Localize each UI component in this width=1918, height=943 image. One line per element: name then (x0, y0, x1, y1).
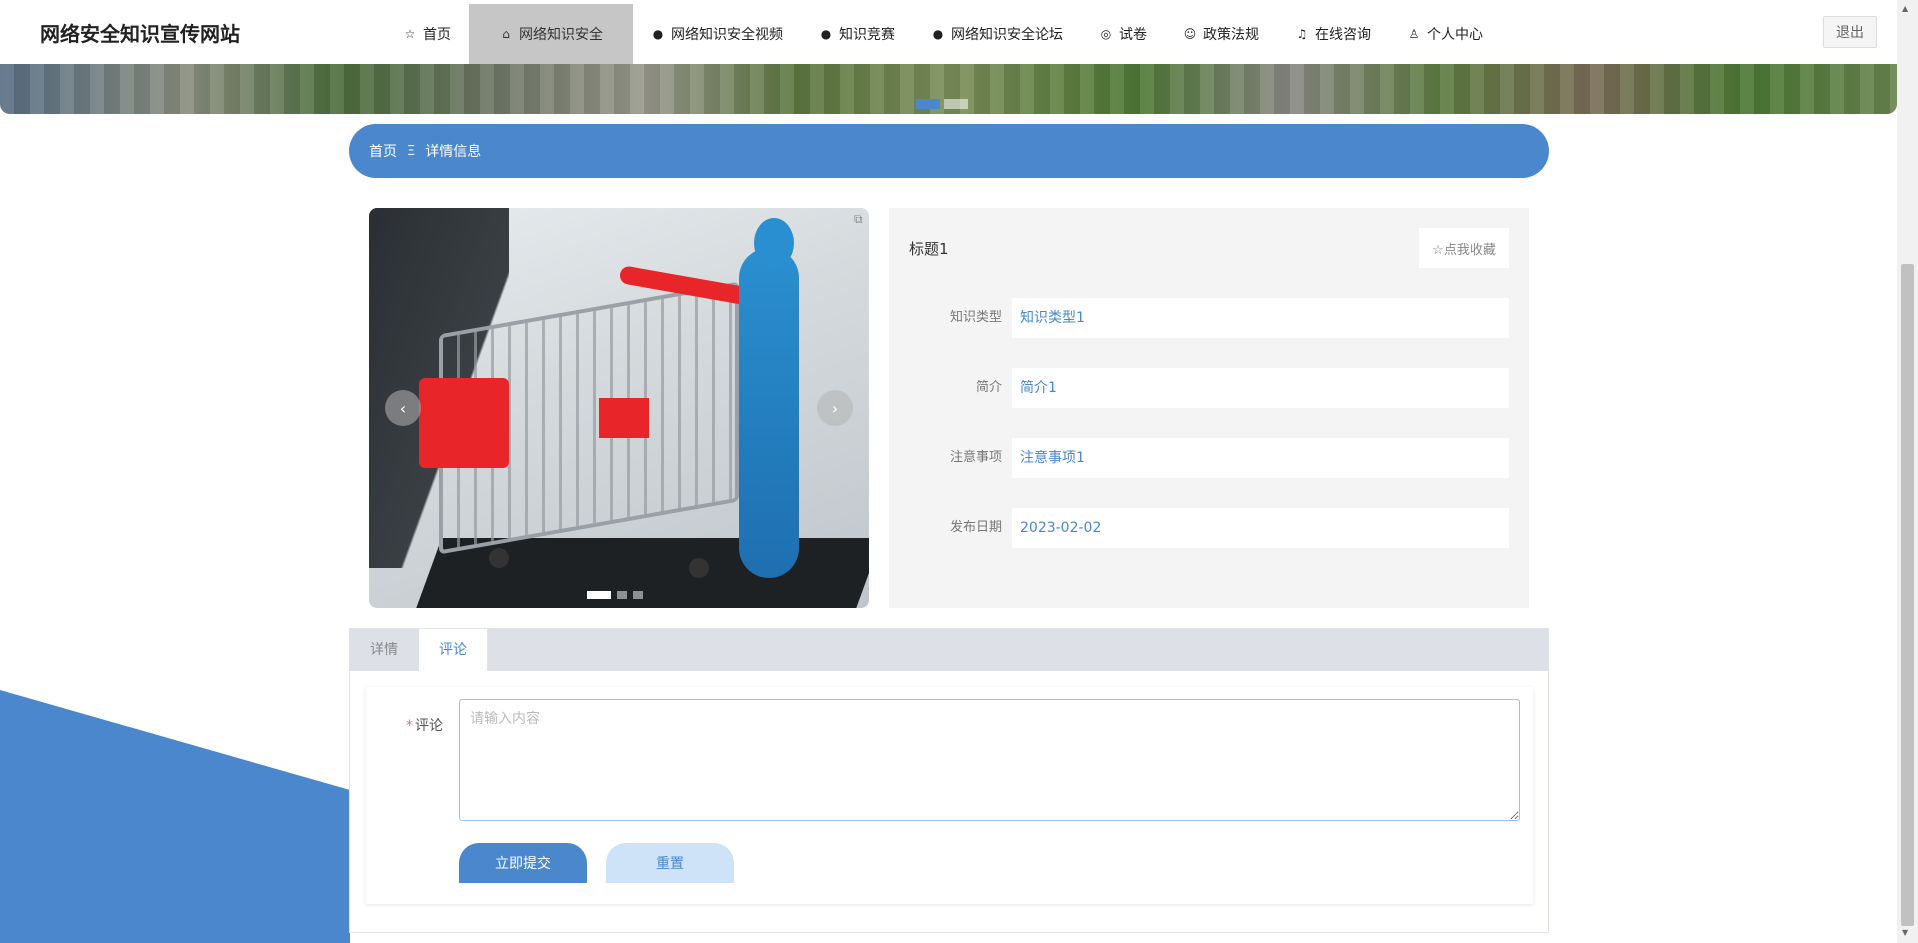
hero-carousel-indicators (916, 99, 968, 109)
carousel-image-figure-head (754, 218, 794, 268)
detail-title: 标题1 (909, 240, 949, 258)
carousel-image-figure (739, 248, 799, 578)
reset-button[interactable]: 重置 (606, 843, 734, 883)
breadcrumb-home[interactable]: 首页 (369, 141, 397, 161)
nav-item-label: 网络知识安全视频 (671, 27, 783, 43)
nav-item-label: 知识竞赛 (839, 27, 895, 43)
carousel-dot[interactable] (617, 591, 627, 599)
image-expand-icon[interactable]: ⧉ (854, 212, 863, 227)
info-value: 2023-02-02 (1012, 508, 1509, 548)
carousel-dot[interactable] (633, 591, 643, 599)
info-row-date: 发布日期 2023-02-02 (889, 508, 1529, 548)
info-label: 知识类型 (949, 310, 1002, 325)
user-icon: ♙ (1408, 27, 1420, 41)
nav-item-label: 网络知识安全论坛 (951, 27, 1063, 43)
nav-item-label: 网络知识安全 (519, 27, 603, 43)
nav-menu: ☆ 首页 ⌂ 网络知识安全 ● 网络知识安全视频 ● 知识竞赛 ● 网络知识安全… (385, 4, 1501, 64)
carousel-image-wheel (489, 548, 509, 568)
help-icon: ◎ (1100, 27, 1112, 41)
scroll-up-icon[interactable]: ▲ (1902, 4, 1908, 13)
nav-item-forum[interactable]: ● 网络知识安全论坛 (913, 4, 1081, 64)
star-icon: ☆ (404, 27, 416, 41)
breadcrumb-separator-icon: Ξ (407, 143, 416, 159)
site-title: 网络安全知识宣传网站 (40, 22, 240, 46)
breadcrumb-current: 详情信息 (425, 144, 482, 160)
submit-button[interactable]: 立即提交 (459, 843, 587, 883)
nav-item-home[interactable]: ☆ 首页 (385, 4, 469, 64)
nav-item-policy[interactable]: ☺ 政策法规 (1165, 4, 1277, 64)
scroll-down-icon[interactable]: ▼ (1902, 928, 1908, 937)
favorite-button[interactable]: ☆点我收藏 (1419, 228, 1509, 268)
comment-field-label: * 评论 (406, 715, 443, 735)
info-label: 发布日期 (949, 520, 1002, 535)
nav-item-video[interactable]: ● 网络知识安全视频 (633, 4, 801, 64)
breadcrumb: 首页 Ξ 详情信息 (349, 124, 1549, 178)
top-navigation: 网络安全知识宣传网站 ☆ 首页 ⌂ 网络知识安全 ● 网络知识安全视频 ● 知识… (0, 0, 1897, 64)
detail-tabs: 详情 评论 *评论 立即提交 重置 (349, 628, 1549, 933)
info-value: 知识类型1 (1012, 298, 1509, 338)
comment-label-text: 评论 (415, 718, 443, 734)
info-label: 简介 (975, 380, 1002, 395)
smile-icon: ☺ (1183, 27, 1197, 41)
tab-details[interactable]: 详情 (350, 629, 418, 671)
decorative-triangle (0, 690, 350, 790)
scrollbar-thumb[interactable] (1901, 264, 1914, 926)
carousel-image-cart-part (419, 378, 509, 468)
nav-item-label: 政策法规 (1203, 27, 1259, 43)
comment-form: *评论 立即提交 重置 (366, 687, 1533, 904)
tab-header: 详情 评论 (350, 629, 1548, 671)
bag-icon: ⌂ (502, 27, 510, 41)
carousel-dot[interactable] (587, 591, 611, 599)
nav-item-label: 首页 (423, 27, 451, 43)
detail-info-panel: 标题1 ☆点我收藏 知识类型 知识类型1 简介 简介1 注意事项 注意事项1 发… (889, 208, 1529, 608)
info-value: 注意事项1 (1012, 438, 1509, 478)
info-row-type: 知识类型 知识类型1 (889, 298, 1529, 338)
hero-dot[interactable] (944, 99, 968, 109)
info-value: 简介1 (1012, 368, 1509, 408)
nav-item-consult[interactable]: ♫ 在线咨询 (1277, 4, 1389, 64)
info-row-summary: 简介 简介1 (889, 368, 1529, 408)
tab-comments[interactable]: 评论 (418, 629, 488, 671)
nav-item-label: 试卷 (1119, 27, 1147, 43)
nav-item-exam[interactable]: ◎ 试卷 (1081, 4, 1165, 64)
info-icon: ● (932, 27, 944, 41)
carousel-next-icon[interactable]: › (817, 390, 853, 426)
carousel-prev-icon[interactable]: ‹ (385, 390, 421, 426)
nav-item-label: 在线咨询 (1315, 27, 1371, 43)
info-row-notes: 注意事项 注意事项1 (889, 438, 1529, 478)
exclamation-icon: ● (652, 27, 664, 41)
nav-item-profile[interactable]: ♙ 个人中心 (1389, 4, 1501, 64)
logout-button[interactable]: 退出 (1823, 16, 1877, 48)
info-label: 注意事项 (949, 450, 1002, 465)
nav-item-contest[interactable]: ● 知识竞赛 (801, 4, 913, 64)
hero-dot[interactable] (916, 99, 940, 109)
image-carousel: ‹ › (369, 208, 869, 608)
carousel-image-cart-part (599, 398, 649, 438)
required-mark: * (406, 718, 413, 734)
carousel-image-wheel (689, 558, 709, 578)
nav-item-network-knowledge[interactable]: ⌂ 网络知识安全 (469, 4, 633, 64)
headset-icon: ♫ (1296, 27, 1308, 41)
decorative-block (0, 790, 350, 943)
page-scrollbar[interactable]: ▲ ▼ (1897, 0, 1918, 943)
carousel-indicators (587, 591, 643, 599)
comment-input[interactable] (459, 699, 1520, 821)
question-icon: ● (820, 27, 832, 41)
nav-item-label: 个人中心 (1427, 27, 1483, 43)
